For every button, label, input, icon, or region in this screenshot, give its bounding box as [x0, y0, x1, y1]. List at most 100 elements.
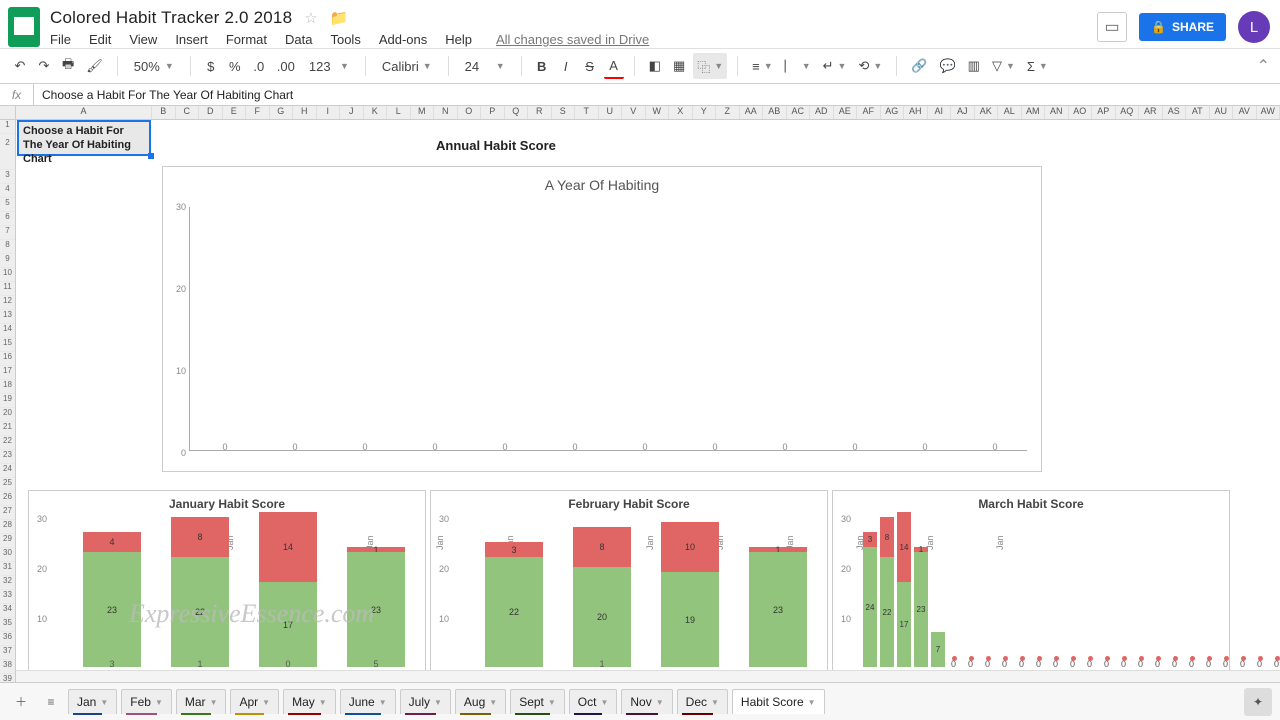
chevron-down-icon[interactable]: ▼ [656, 698, 664, 707]
currency-button[interactable]: $ [201, 53, 221, 79]
row-header[interactable]: 16 [0, 352, 15, 366]
row-header[interactable]: 5 [0, 198, 15, 212]
row-header[interactable]: 28 [0, 520, 15, 534]
document-title[interactable]: Colored Habit Tracker 2.0 2018 [50, 8, 292, 28]
row-header[interactable]: 19 [0, 394, 15, 408]
january-chart[interactable]: January Habit Score 10203042338221141701… [28, 490, 426, 680]
fill-color-button[interactable]: ◧ [645, 53, 665, 79]
active-cell[interactable]: Choose a Habit For The Year Of Habiting … [17, 120, 151, 156]
row-header[interactable]: 21 [0, 422, 15, 436]
column-header[interactable]: G [270, 106, 294, 119]
row-header[interactable]: 23 [0, 450, 15, 464]
column-header[interactable]: R [528, 106, 552, 119]
italic-button[interactable]: I [556, 53, 576, 79]
row-header[interactable]: 22 [0, 436, 15, 450]
text-rotation-button[interactable]: ⟲▼ [854, 53, 886, 79]
chevron-down-icon[interactable]: ▼ [711, 698, 719, 707]
column-header[interactable]: N [434, 106, 458, 119]
row-header[interactable]: 10 [0, 268, 15, 282]
redo-button[interactable]: ↷ [34, 53, 54, 79]
column-header[interactable]: E [223, 106, 247, 119]
column-header[interactable]: C [176, 106, 200, 119]
column-header[interactable]: M [411, 106, 435, 119]
comments-button[interactable]: ▭ [1097, 12, 1127, 42]
chevron-down-icon[interactable]: ▼ [210, 698, 218, 707]
column-header[interactable]: D [199, 106, 223, 119]
column-header[interactable]: AJ [951, 106, 975, 119]
row-header[interactable]: 36 [0, 632, 15, 646]
chevron-down-icon[interactable]: ▼ [379, 698, 387, 707]
chevron-down-icon[interactable]: ▼ [434, 698, 442, 707]
column-header[interactable]: AW [1257, 106, 1280, 119]
chevron-down-icon[interactable]: ▼ [489, 698, 497, 707]
chevron-down-icon[interactable]: ▼ [100, 698, 108, 707]
chevron-down-icon[interactable]: ▼ [808, 698, 816, 707]
row-header[interactable]: 24 [0, 464, 15, 478]
menu-view[interactable]: View [129, 32, 157, 47]
sheet-tab-may[interactable]: May▼ [283, 689, 336, 714]
strikethrough-button[interactable]: S [580, 53, 600, 79]
column-header[interactable]: AP [1092, 106, 1116, 119]
row-header[interactable]: 13 [0, 310, 15, 324]
filter-button[interactable]: ▽▼ [988, 53, 1019, 79]
column-header[interactable]: X [669, 106, 693, 119]
row-header[interactable]: 14 [0, 324, 15, 338]
text-color-button[interactable]: A [604, 53, 624, 79]
sheet-tab-jan[interactable]: Jan▼ [68, 689, 117, 714]
menu-edit[interactable]: Edit [89, 32, 111, 47]
horizontal-scrollbar[interactable] [16, 670, 1280, 682]
column-header[interactable]: AA [740, 106, 764, 119]
sheet-tab-apr[interactable]: Apr▼ [230, 689, 279, 714]
font-family-dropdown[interactable]: Calibri▼ [376, 53, 438, 79]
column-header[interactable]: O [458, 106, 482, 119]
bold-button[interactable]: B [532, 53, 552, 79]
row-header[interactable]: 2 [0, 134, 15, 170]
column-header[interactable]: K [364, 106, 388, 119]
chevron-down-icon[interactable]: ▼ [319, 698, 327, 707]
february-chart[interactable]: February Habit Score 1020303228201101912… [430, 490, 828, 680]
share-button[interactable]: 🔒 SHARE [1139, 13, 1226, 41]
row-header[interactable]: 3 [0, 170, 15, 184]
sheet-tab-mar[interactable]: Mar▼ [176, 689, 227, 714]
sheet-tab-dec[interactable]: Dec▼ [677, 689, 728, 714]
account-avatar[interactable]: L [1238, 11, 1270, 43]
column-header[interactable]: AT [1186, 106, 1210, 119]
column-header[interactable]: V [622, 106, 646, 119]
column-header[interactable]: AG [881, 106, 905, 119]
column-header[interactable]: T [575, 106, 599, 119]
menu-file[interactable]: File [50, 32, 71, 47]
row-header[interactable]: 15 [0, 338, 15, 352]
column-header[interactable]: AM [1022, 106, 1046, 119]
text-wrap-button[interactable]: ↵▼ [819, 53, 851, 79]
chevron-down-icon[interactable]: ▼ [262, 698, 270, 707]
row-header[interactable]: 31 [0, 562, 15, 576]
chevron-down-icon[interactable]: ▼ [548, 698, 556, 707]
column-header[interactable]: AD [810, 106, 834, 119]
column-header[interactable]: AL [998, 106, 1022, 119]
add-sheet-button[interactable]: ＋ [8, 689, 34, 715]
column-header[interactable]: Q [505, 106, 529, 119]
menu-format[interactable]: Format [226, 32, 267, 47]
column-header[interactable]: P [481, 106, 505, 119]
column-header[interactable]: AS [1163, 106, 1187, 119]
column-header[interactable]: H [293, 106, 317, 119]
row-header[interactable]: 39 [0, 674, 15, 682]
row-header[interactable]: 12 [0, 296, 15, 310]
row-header[interactable]: 32 [0, 576, 15, 590]
number-format-dropdown[interactable]: 123▼ [303, 53, 355, 79]
row-header[interactable]: 4 [0, 184, 15, 198]
insert-link-button[interactable]: 🔗 [907, 53, 931, 79]
sheet-tab-habit-score[interactable]: Habit Score▼ [732, 689, 825, 714]
folder-icon[interactable]: 📁 [330, 9, 349, 27]
row-header[interactable]: 34 [0, 604, 15, 618]
column-header[interactable]: U [599, 106, 623, 119]
column-header[interactable]: Y [693, 106, 717, 119]
row-header[interactable]: 29 [0, 534, 15, 548]
borders-button[interactable]: ▦ [669, 53, 689, 79]
row-header[interactable]: 7 [0, 226, 15, 240]
row-header[interactable]: 37 [0, 646, 15, 660]
menu-insert[interactable]: Insert [175, 32, 208, 47]
merge-cells-button[interactable]: ⿻▼ [693, 53, 727, 79]
menu-help[interactable]: Help [445, 32, 472, 47]
column-header[interactable]: AO [1069, 106, 1093, 119]
